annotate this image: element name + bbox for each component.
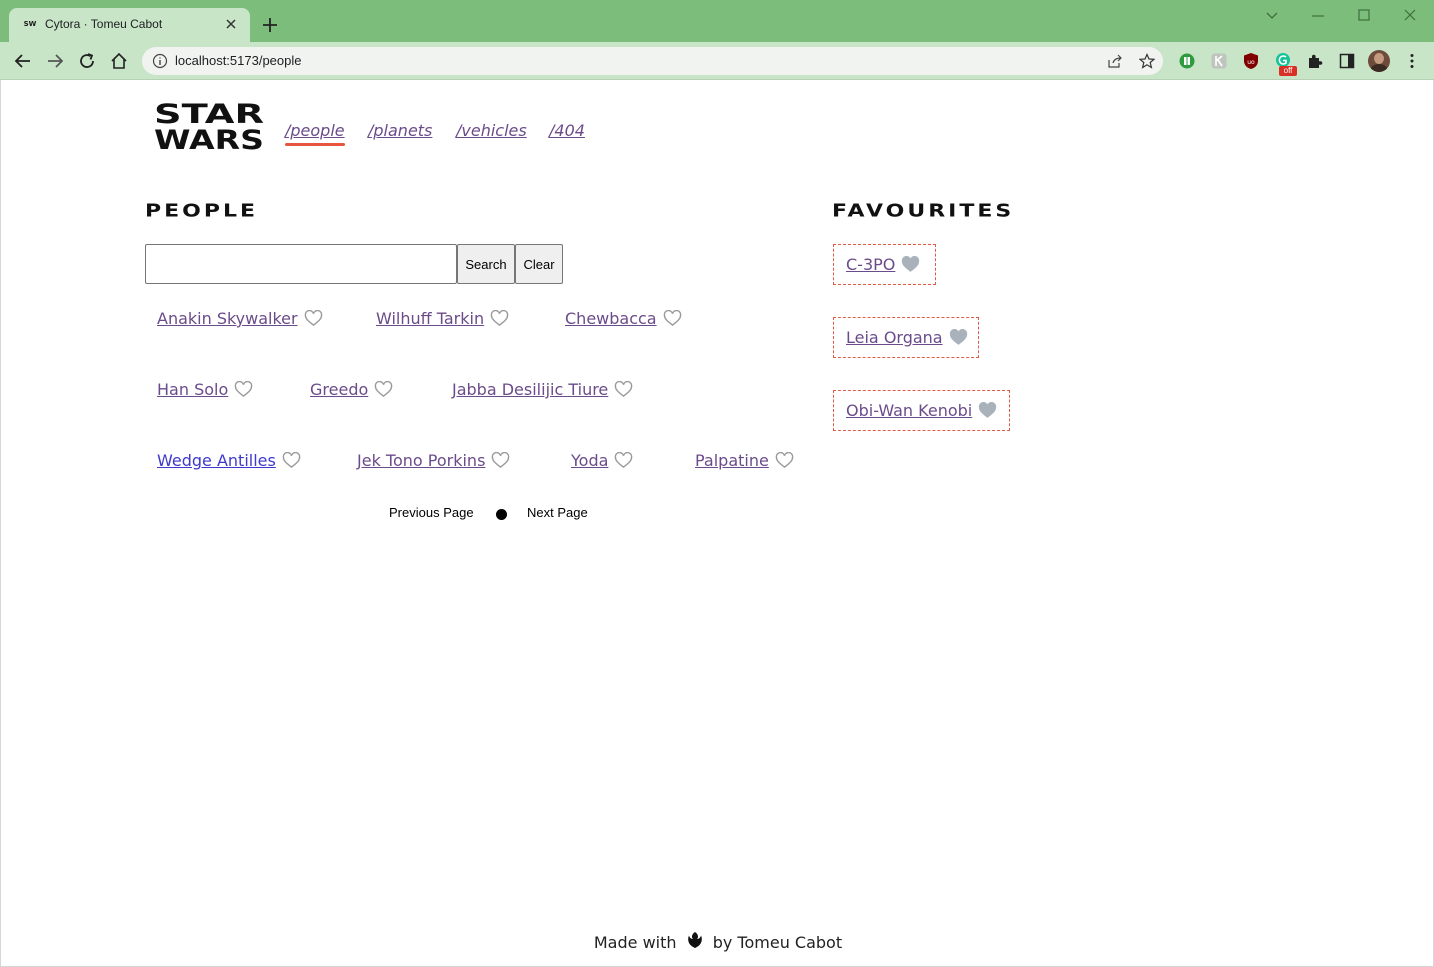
person-item: Palpatine	[695, 451, 794, 470]
rebel-alliance-icon	[687, 932, 702, 948]
site-info-icon[interactable]	[152, 53, 168, 69]
favourite-link[interactable]: Obi-Wan Kenobi	[846, 401, 972, 420]
person-item: Chewbacca	[565, 309, 682, 328]
logo-line2: WARS	[154, 125, 264, 151]
tab-search-icon[interactable]	[1260, 6, 1284, 26]
minimize-icon[interactable]	[1306, 6, 1330, 26]
menu-kebab-icon[interactable]	[1403, 52, 1421, 70]
footer: Made with by Tomeu Cabot	[1, 931, 1434, 952]
person-link[interactable]: Han Solo	[157, 380, 228, 399]
person-item: Greedo	[310, 380, 393, 399]
person-link[interactable]: Palpatine	[695, 451, 769, 470]
address-bar[interactable]: localhost:5173/people	[142, 47, 1163, 75]
page-indicator-dot	[496, 509, 507, 520]
person-item: Jabba Desilijic Tiure	[452, 380, 633, 399]
page-viewport: STAR WARS /people /planets /vehicles /40…	[0, 80, 1434, 967]
heart-outline-icon[interactable]	[614, 452, 633, 469]
footer-suffix: by Tomeu Cabot	[712, 933, 843, 952]
back-arrow-icon[interactable]	[13, 51, 33, 71]
favourites-title: FAVOURITES	[832, 201, 1015, 222]
person-item: Anakin Skywalker	[157, 309, 323, 328]
heart-outline-icon[interactable]	[614, 381, 633, 398]
extension-gray-icon[interactable]	[1210, 52, 1228, 70]
person-link[interactable]: Jek Tono Porkins	[357, 451, 485, 470]
footer-prefix: Made with	[593, 933, 677, 952]
heart-outline-icon[interactable]	[304, 310, 323, 327]
heart-outline-icon[interactable]	[663, 310, 682, 327]
clear-button[interactable]: Clear	[515, 244, 563, 284]
window-close-icon[interactable]	[1398, 6, 1422, 26]
heart-outline-icon[interactable]	[234, 381, 253, 398]
extension-green-icon[interactable]	[1178, 52, 1196, 70]
person-link[interactable]: Jabba Desilijic Tiure	[452, 380, 608, 399]
nav-active-indicator	[285, 143, 345, 146]
browser-tabstrip: SW Cytora · Tomeu Cabot	[0, 0, 1434, 42]
star-wars-logo[interactable]: STAR WARS	[152, 99, 266, 151]
maximize-icon[interactable]	[1352, 6, 1376, 26]
reload-icon[interactable]	[77, 51, 97, 71]
previous-page-button[interactable]: Previous Page	[389, 505, 474, 520]
ublock-shield-icon[interactable]: uo	[1242, 52, 1260, 70]
favourite-link[interactable]: C-3PO	[846, 255, 895, 274]
person-item: Jek Tono Porkins	[357, 451, 510, 470]
search-button[interactable]: Search	[457, 244, 515, 284]
person-item: Wedge Antilles	[157, 451, 301, 470]
heart-filled-icon[interactable]	[901, 256, 920, 273]
svg-text:uo: uo	[1247, 59, 1255, 66]
person-item: Wilhuff Tarkin	[376, 309, 509, 328]
next-page-button[interactable]: Next Page	[527, 505, 588, 520]
heart-outline-icon[interactable]	[775, 452, 794, 469]
person-link[interactable]: Anakin Skywalker	[157, 309, 298, 328]
tab-favicon: SW	[23, 20, 37, 28]
heart-filled-icon[interactable]	[949, 329, 968, 346]
favourite-item: Leia Organa	[833, 317, 979, 358]
bookmark-star-icon[interactable]	[1139, 53, 1155, 69]
heart-outline-icon[interactable]	[490, 310, 509, 327]
browser-tab[interactable]: SW Cytora · Tomeu Cabot	[9, 8, 250, 42]
avatar[interactable]	[1368, 50, 1390, 72]
side-panel-icon[interactable]	[1338, 52, 1356, 70]
person-link[interactable]: Chewbacca	[565, 309, 657, 328]
new-tab-icon[interactable]	[261, 16, 279, 34]
home-icon[interactable]	[109, 51, 129, 71]
url-text: localhost:5173/people	[175, 53, 302, 68]
nav-link-planets[interactable]: /planets	[368, 121, 432, 140]
person-link[interactable]: Wedge Antilles	[157, 451, 276, 470]
person-item: Yoda	[571, 451, 633, 470]
heart-outline-icon[interactable]	[374, 381, 393, 398]
search-input[interactable]	[145, 244, 457, 284]
nav-link-404[interactable]: /404	[549, 121, 585, 140]
heart-outline-icon[interactable]	[491, 452, 510, 469]
close-icon[interactable]	[223, 16, 239, 32]
person-item: Han Solo	[157, 380, 253, 399]
nav-link-people[interactable]: /people	[285, 121, 345, 140]
favourite-item: Obi-Wan Kenobi	[833, 390, 1010, 431]
forward-arrow-icon[interactable]	[45, 51, 65, 71]
favourite-item: C-3PO	[833, 244, 936, 285]
nav-link-vehicles[interactable]: /vehicles	[456, 121, 527, 140]
tab-title: Cytora · Tomeu Cabot	[45, 17, 163, 31]
person-link[interactable]: Greedo	[310, 380, 368, 399]
favourite-link[interactable]: Leia Organa	[846, 328, 943, 347]
extensions-puzzle-icon[interactable]	[1306, 52, 1324, 70]
people-title: PEOPLE	[145, 201, 259, 222]
heart-outline-icon[interactable]	[282, 452, 301, 469]
browser-toolbar: localhost:5173/people uo off	[0, 42, 1434, 80]
heart-filled-icon[interactable]	[978, 402, 997, 419]
share-icon[interactable]	[1107, 53, 1123, 69]
extension-off-badge: off	[1279, 66, 1297, 76]
person-link[interactable]: Wilhuff Tarkin	[376, 309, 484, 328]
person-link[interactable]: Yoda	[571, 451, 608, 470]
